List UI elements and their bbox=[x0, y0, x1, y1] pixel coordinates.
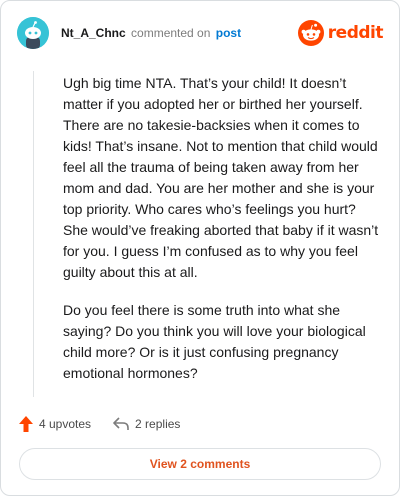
reply-count: 2 replies bbox=[135, 417, 181, 431]
comment-card: Nt_A_Chnc commented on post reddit Ugh b… bbox=[0, 0, 400, 496]
comment-paragraph: Do you feel there is some truth into wha… bbox=[63, 302, 366, 381]
comment-paragraph: Ugh big time NTA. That’s your child! It … bbox=[63, 75, 379, 280]
view-comments-button[interactable]: View 2 comments bbox=[19, 448, 381, 480]
replies-button[interactable]: 2 replies bbox=[113, 417, 180, 431]
upvote-count: 4 upvotes bbox=[39, 417, 92, 431]
comment-body: Ugh big time NTA. That’s your child! It … bbox=[63, 73, 379, 401]
comment-header: Nt_A_Chnc commented on post reddit bbox=[17, 15, 384, 53]
reply-arrow-icon bbox=[113, 417, 129, 430]
comment-meta: Nt_A_Chnc commented on post bbox=[61, 26, 241, 40]
reddit-wordmark: reddit bbox=[327, 23, 384, 43]
upvote-button[interactable]: 4 upvotes bbox=[19, 416, 91, 432]
reddit-logo-icon bbox=[297, 20, 324, 46]
thread-line bbox=[33, 71, 34, 397]
username-link[interactable]: Nt_A_Chnc bbox=[61, 26, 126, 40]
comment-actions: 4 upvotes 2 replies bbox=[19, 413, 180, 435]
comment-verb: commented on bbox=[131, 26, 211, 40]
upvote-arrow-icon bbox=[19, 416, 33, 432]
snoo-avatar-icon[interactable] bbox=[17, 17, 49, 49]
reddit-brand[interactable]: reddit bbox=[297, 19, 384, 47]
post-link[interactable]: post bbox=[216, 26, 241, 40]
